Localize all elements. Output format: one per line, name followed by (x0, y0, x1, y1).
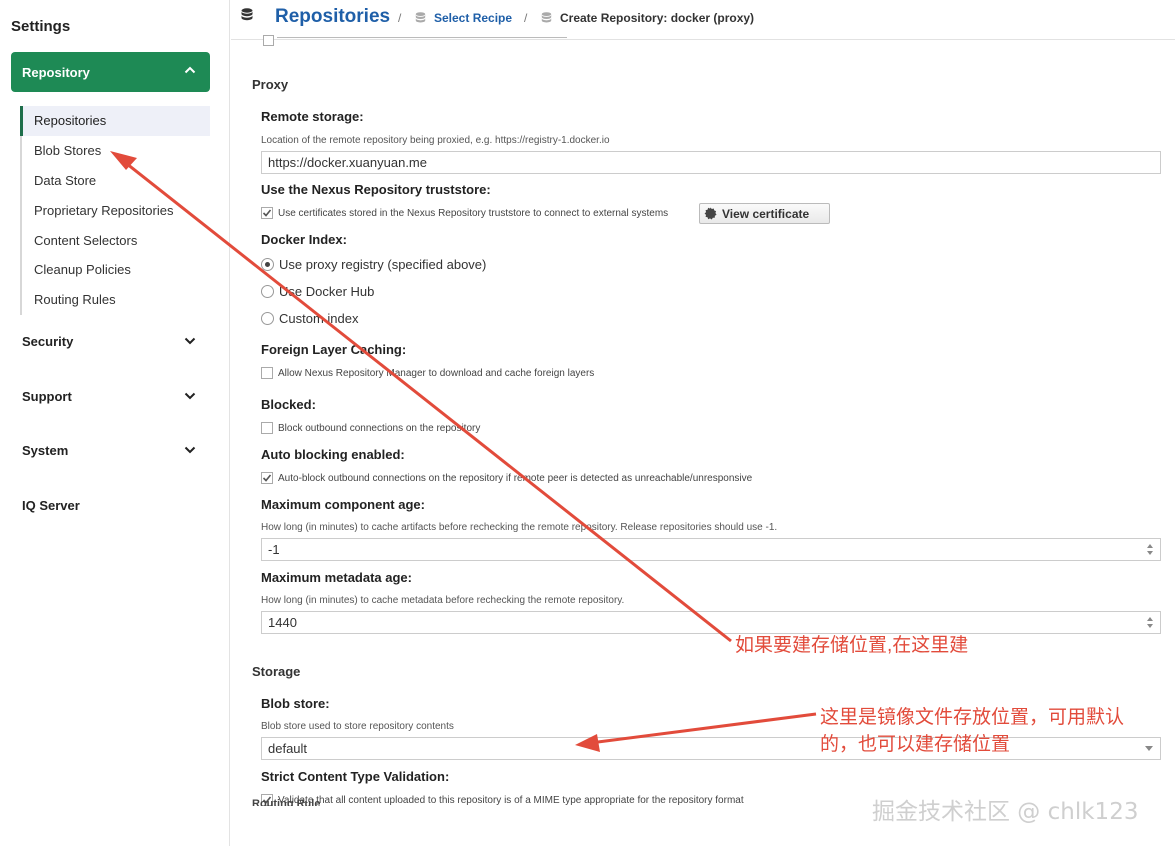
spinner-arrows-icon[interactable] (1146, 542, 1154, 557)
docker-index-option-label: Use Docker Hub (279, 284, 375, 299)
strict-validation-checkbox-label: Validate that all content uploaded to th… (278, 794, 744, 806)
auto-blocking-checkbox-label: Auto-block outbound connections on the r… (278, 472, 753, 484)
docker-index-label: Docker Index: (261, 232, 347, 247)
blocked-checkbox-row[interactable]: Block outbound connections on the reposi… (261, 422, 480, 434)
spinner-arrows-icon[interactable] (1146, 615, 1154, 630)
chevron-down-icon (184, 337, 196, 345)
chevron-down-icon (184, 446, 196, 454)
blocked-checkbox-label: Block outbound connections on the reposi… (278, 422, 481, 434)
max-component-age-input[interactable]: -1 (261, 538, 1161, 561)
sidebar-item-blob-stores[interactable]: Blob Stores (22, 136, 210, 166)
blob-store-value: default (268, 741, 308, 756)
foreign-layer-checkbox-label: Allow Nexus Repository Manager to downlo… (278, 367, 595, 379)
strict-validation-label: Strict Content Type Validation: (261, 769, 450, 784)
sidebar-section-label: Repository (22, 64, 90, 80)
max-metadata-age-value: 1440 (268, 615, 297, 630)
auto-blocking-checkbox-row[interactable]: Auto-block outbound connections on the r… (261, 472, 752, 484)
checkmark-icon (262, 209, 272, 217)
remote-storage-help: Location of the remote repository being … (261, 135, 610, 146)
max-metadata-age-help: How long (in minutes) to cache metadata … (261, 595, 625, 606)
checkmark-icon (262, 474, 272, 482)
auto-blocking-checkbox[interactable] (261, 472, 273, 484)
breadcrumb-select-recipe[interactable]: Select Recipe (434, 11, 512, 25)
annotation-note-create-blob-store: 如果要建存储位置,在这里建 (735, 635, 969, 656)
strict-validation-checkbox-row[interactable]: Validate that all content uploaded to th… (261, 794, 744, 806)
sidebar-section-security[interactable]: Security (22, 331, 200, 351)
sidebar-section-label: Support (22, 388, 72, 404)
remote-storage-label: Remote storage: (261, 109, 364, 124)
database-icon (241, 8, 253, 21)
repository-subnav: Repositories Blob Stores Data Store Prop… (20, 106, 210, 315)
view-certificate-button[interactable]: View certificate (699, 203, 830, 224)
truststore-checkbox[interactable] (261, 207, 273, 219)
page-title: Repositories (275, 6, 391, 27)
chevron-down-icon (184, 392, 196, 400)
blocked-checkbox[interactable] (261, 422, 273, 434)
database-icon (541, 12, 552, 23)
blocked-label: Blocked: (261, 397, 316, 412)
sidebar-item-repositories[interactable]: Repositories (20, 106, 210, 136)
docker-index-option-label: Use proxy registry (specified above) (279, 257, 487, 272)
foreign-layer-checkbox-row[interactable]: Allow Nexus Repository Manager to downlo… (261, 367, 594, 379)
breadcrumb-current: Create Repository: docker (proxy) (560, 11, 755, 25)
foreign-layer-checkbox[interactable] (261, 367, 273, 379)
watermark: 掘金技术社区 @ chlk123 (872, 799, 1139, 825)
docker-index-option-docker-hub[interactable]: Use Docker Hub (261, 284, 374, 299)
breadcrumb-separator: / (524, 11, 528, 25)
foreign-layer-label: Foreign Layer Caching: (261, 342, 407, 357)
sidebar-section-support[interactable]: Support (22, 386, 200, 406)
sidebar-title: Settings (11, 18, 71, 35)
max-metadata-age-label: Maximum metadata age: (261, 570, 412, 585)
cut-off-text-line (277, 37, 567, 39)
sidebar-item-routing-rules[interactable]: Routing Rules (22, 285, 210, 315)
breadcrumb-separator: / (398, 11, 402, 25)
sidebar-section-label: IQ Server (22, 497, 80, 513)
storage-section-heading: Storage (252, 664, 301, 679)
sidebar-item-content-selectors[interactable]: Content Selectors (22, 225, 210, 255)
radio-selected[interactable] (261, 258, 274, 271)
truststore-checkbox-label: Use certificates stored in the Nexus Rep… (278, 207, 669, 219)
blob-store-label: Blob store: (261, 696, 330, 711)
nexus-create-repository-screen: Settings Repository Repositories Blob St… (0, 0, 1175, 846)
max-component-age-label: Maximum component age: (261, 497, 425, 512)
max-component-age-value: -1 (268, 542, 280, 557)
radio-unselected[interactable] (261, 285, 274, 298)
remote-storage-input[interactable]: https://docker.xuanyuan.me (261, 151, 1161, 174)
view-certificate-label: View certificate (722, 206, 810, 221)
remote-storage-value: https://docker.xuanyuan.me (268, 155, 427, 170)
truststore-label: Use the Nexus Repository truststore: (261, 182, 491, 197)
sidebar-item-proprietary-repositories[interactable]: Proprietary Repositories (22, 195, 210, 225)
blob-store-help: Blob store used to store repository cont… (261, 721, 454, 732)
database-icon (415, 12, 426, 23)
sidebar-item-cleanup-policies[interactable]: Cleanup Policies (22, 255, 210, 285)
routing-rule-heading-cut: Routing Rule (252, 798, 321, 806)
sidebar-section-label: System (22, 442, 69, 458)
max-component-age-help: How long (in minutes) to cache artifacts… (261, 522, 778, 533)
sidebar-section-iq-server[interactable]: IQ Server (22, 495, 200, 515)
radio-unselected[interactable] (261, 312, 274, 325)
proxy-section-heading: Proxy (252, 77, 289, 92)
chevron-up-icon (184, 66, 196, 74)
cut-off-checkbox[interactable] (263, 35, 274, 46)
sidebar-section-label: Security (22, 333, 74, 349)
certificate-seal-icon (704, 207, 717, 220)
max-metadata-age-input[interactable]: 1440 (261, 611, 1161, 634)
docker-index-option-label: Custom index (279, 311, 359, 326)
page-header: Repositories / Select Recipe / Create Re… (231, 0, 1175, 40)
settings-sidebar: Settings Repository Repositories Blob St… (0, 0, 230, 846)
docker-index-option-proxy[interactable]: Use proxy registry (specified above) (261, 257, 486, 272)
auto-blocking-label: Auto blocking enabled: (261, 447, 405, 462)
sidebar-item-data-store[interactable]: Data Store (22, 166, 210, 196)
truststore-checkbox-row[interactable]: Use certificates stored in the Nexus Rep… (261, 207, 668, 219)
annotation-note-blob-store-location: 这里是镜像文件存放位置，可用默认的，也可以建存储位置 (820, 707, 1125, 755)
sidebar-section-system[interactable]: System (22, 440, 200, 460)
docker-index-option-custom[interactable]: Custom index (261, 311, 358, 326)
sidebar-section-repository[interactable]: Repository (11, 52, 210, 92)
